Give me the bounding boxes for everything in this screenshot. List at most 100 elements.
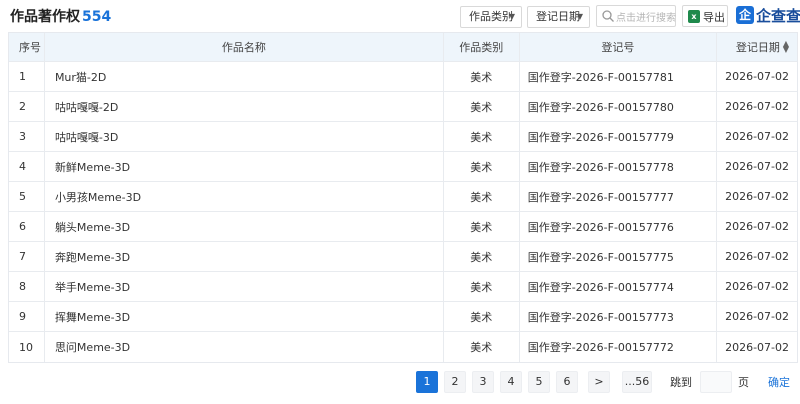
work-name: 躺头Meme-3D <box>45 212 444 241</box>
confirm-jump-button[interactable]: 确定 <box>768 374 790 390</box>
page-button-4[interactable]: 4 <box>500 371 522 393</box>
work-name: Mur猫-2D <box>45 62 444 91</box>
sort-icon[interactable]: ▲ ▼ <box>783 40 789 54</box>
registration-date: 2026-07-02 <box>725 310 790 323</box>
brand-mark: 企 <box>736 6 754 24</box>
jump-to-label: 跳到 <box>670 376 692 389</box>
row-number: 10 <box>9 332 45 362</box>
row-number: 9 <box>9 302 45 331</box>
category-filter-dropdown[interactable]: 作品类别 ▼ <box>460 6 522 28</box>
registration-date: 2026-07-02 <box>725 280 790 293</box>
table-row: 2 咕咕嘎嘎-2D 美术 国作登字-2026-F-00157780 2026-07-02 <box>9 92 797 122</box>
registration-number: 国作登字-2026-F-00157777 <box>520 182 718 211</box>
title-text: 作品著作权 <box>10 9 80 25</box>
registration-number: 国作登字-2026-F-00157772 <box>520 332 718 362</box>
registration-date: 2026-07-02 <box>725 160 790 173</box>
category-filter-label: 作品类别 <box>469 10 513 23</box>
registration-date: 2026-07-02 <box>725 340 790 354</box>
column-header-date[interactable]: 登记日期 ▲ ▼ <box>717 33 797 61</box>
column-header-reg-no: 登记号 <box>520 33 718 61</box>
registration-number: 国作登字-2026-F-00157773 <box>520 302 718 331</box>
page-button-5[interactable]: 5 <box>528 371 550 393</box>
page-unit-label: 页 <box>738 376 749 389</box>
table-row: 3 咕咕嘎嘎-3D 美术 国作登字-2026-F-00157779 2026-07-02 <box>9 122 797 152</box>
page-button-3[interactable]: 3 <box>472 371 494 393</box>
work-name: 挥舞Meme-3D <box>45 302 444 331</box>
result-count: 554 <box>82 9 112 25</box>
page-jump-input[interactable] <box>700 371 732 393</box>
column-header-date-label: 登记日期 <box>735 41 780 54</box>
registration-number: 国作登字-2026-F-00157774 <box>520 272 718 301</box>
registration-number: 国作登字-2026-F-00157779 <box>520 122 718 151</box>
work-category: 美术 <box>444 332 520 362</box>
work-category: 美术 <box>444 92 520 121</box>
toolbar: 作品著作权 554 作品类别 ▼ 登记日期 ▼ 点击进行搜索 x 导出 企 企查查 <box>0 0 800 32</box>
work-name: 咕咕嘎嘎-2D <box>45 92 444 121</box>
pagination: 1 2 3 4 5 6 > ...56 跳到 页 确定 <box>0 371 800 393</box>
row-number: 6 <box>9 212 45 241</box>
row-number: 8 <box>9 272 45 301</box>
work-name: 咕咕嘎嘎-3D <box>45 122 444 151</box>
work-name: 小男孩Meme-3D <box>45 182 444 211</box>
row-number: 5 <box>9 182 45 211</box>
chevron-down-icon: ▼ <box>576 12 583 21</box>
page-title: 作品著作权 554 <box>10 6 111 26</box>
row-number: 1 <box>9 62 45 91</box>
table-row: 8 举手Meme-3D 美术 国作登字-2026-F-00157774 2026-07-… <box>9 272 797 302</box>
work-category: 美术 <box>444 242 520 271</box>
chevron-down-icon: ▼ <box>508 12 515 21</box>
export-button[interactable]: x 导出 <box>682 5 728 27</box>
registration-date: 2026-07-02 <box>725 220 790 233</box>
work-name: 举手Meme-3D <box>45 272 444 301</box>
registration-date: 2026-07-02 <box>725 130 790 143</box>
date-filter-label: 登记日期 <box>536 10 580 23</box>
registration-number: 国作登字-2026-F-00157775 <box>520 242 718 271</box>
date-filter-dropdown[interactable]: 登记日期 ▼ <box>527 6 590 28</box>
next-page-button[interactable]: > <box>588 371 610 393</box>
excel-icon: x <box>688 10 700 23</box>
work-category: 美术 <box>444 302 520 331</box>
registration-date: 2026-07-02 <box>725 100 790 113</box>
table-row: 10 思问Meme-3D 美术 国作登字-2026-F-00157772 2026-07… <box>9 332 797 362</box>
copyright-table: 序号 作品名称 作品类别 登记号 登记日期 ▲ ▼ 1 Mur猫-2D 美术 国作登字-… <box>8 32 798 363</box>
registration-number: 国作登字-2026-F-00157781 <box>520 62 718 91</box>
work-name: 新鲜Meme-3D <box>45 152 444 181</box>
table-header: 序号 作品名称 作品类别 登记号 登记日期 ▲ ▼ <box>9 33 797 62</box>
registration-date: 2026-07-02 <box>725 70 790 83</box>
table-row: 6 躺头Meme-3D 美术 国作登字-2026-F-00157776 2026-07-… <box>9 212 797 242</box>
table-body: 1 Mur猫-2D 美术 国作登字-2026-F-00157781 2026-07-02… <box>9 62 797 362</box>
table-row: 7 奔跑Meme-3D 美术 国作登字-2026-F-00157775 2026-07-… <box>9 242 797 272</box>
registration-date: 2026-07-02 <box>725 190 790 203</box>
row-number: 7 <box>9 242 45 271</box>
work-category: 美术 <box>444 272 520 301</box>
export-label: 导出 <box>703 11 725 24</box>
page-button-1[interactable]: 1 <box>416 371 438 393</box>
brand-name: 企查查 <box>756 7 800 25</box>
row-number: 3 <box>9 122 45 151</box>
column-header-no: 序号 <box>9 33 45 61</box>
work-category: 美术 <box>444 122 520 151</box>
column-header-category: 作品类别 <box>444 33 520 61</box>
table-row: 4 新鲜Meme-3D 美术 国作登字-2026-F-00157778 2026-07-… <box>9 152 797 182</box>
table-row: 5 小男孩Meme-3D 美术 国作登字-2026-F-00157777 2026-07… <box>9 182 797 212</box>
page-button-2[interactable]: 2 <box>444 371 466 393</box>
work-category: 美术 <box>444 182 520 211</box>
column-header-name: 作品名称 <box>45 33 444 61</box>
search-placeholder: 点击进行搜索 <box>616 13 676 24</box>
search-input[interactable]: 点击进行搜索 <box>596 5 676 27</box>
work-category: 美术 <box>444 152 520 181</box>
registration-number: 国作登字-2026-F-00157780 <box>520 92 718 121</box>
row-number: 4 <box>9 152 45 181</box>
registration-number: 国作登字-2026-F-00157778 <box>520 152 718 181</box>
last-page-button[interactable]: ...56 <box>622 371 652 393</box>
row-number: 2 <box>9 92 45 121</box>
table-row: 1 Mur猫-2D 美术 国作登字-2026-F-00157781 2026-07-02 <box>9 62 797 92</box>
work-category: 美术 <box>444 62 520 91</box>
registration-date: 2026-07-02 <box>725 250 790 263</box>
work-category: 美术 <box>444 212 520 241</box>
page-button-6[interactable]: 6 <box>556 371 578 393</box>
registration-number: 国作登字-2026-F-00157776 <box>520 212 718 241</box>
brand-logo: 企 企查查 <box>736 4 800 28</box>
work-name: 思问Meme-3D <box>45 332 444 362</box>
work-name: 奔跑Meme-3D <box>45 242 444 271</box>
